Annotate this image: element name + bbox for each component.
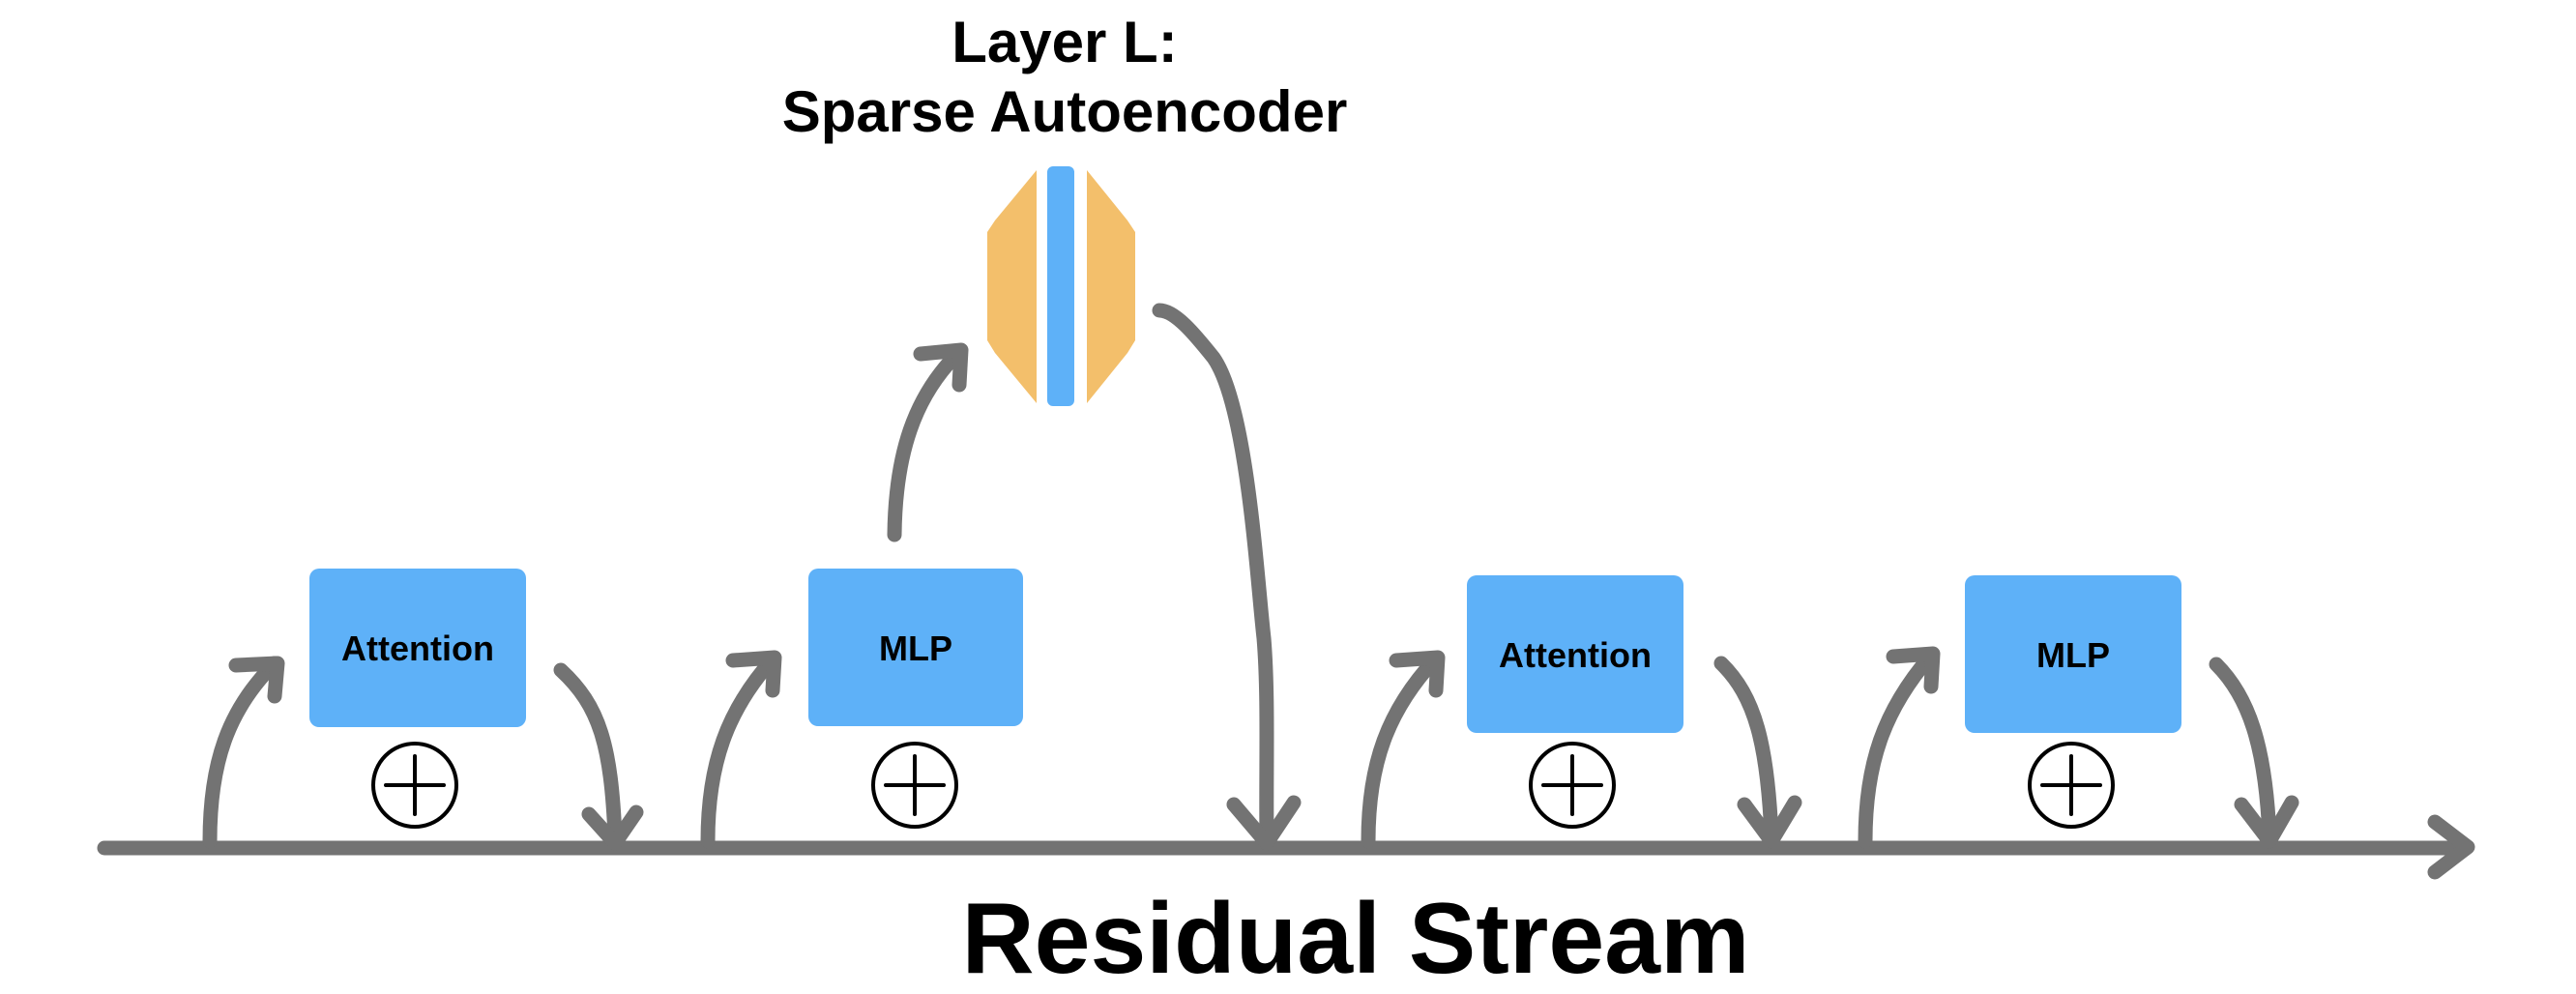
- arrow-into-mlp-1: [700, 653, 779, 849]
- circled-plus-icon: [1529, 742, 1616, 829]
- residual-stream-label: Residual Stream: [962, 883, 1750, 994]
- sae-decoder-shape: [1087, 170, 1135, 403]
- arrow-sae-to-stream: [1152, 303, 1274, 847]
- attention-label: Attention: [1499, 635, 1652, 675]
- mlp-label: MLP: [879, 629, 952, 668]
- sae-title-line1: Layer L:: [951, 10, 1177, 74]
- circled-plus-icon: [871, 742, 958, 829]
- sae-encoder-shape: [987, 170, 1037, 403]
- mlp-block-2: MLP: [1965, 575, 2181, 829]
- mlp-label: MLP: [2036, 635, 2110, 675]
- sparse-autoencoder: [987, 166, 1135, 406]
- attention-label: Attention: [341, 629, 494, 668]
- mlp-block-1: MLP: [808, 569, 1023, 829]
- residual-stream-diagram: Layer L: Sparse Autoencoder Attention ML…: [97, 10, 2475, 994]
- sae-title-line2: Sparse Autoencoder: [782, 79, 1348, 144]
- arrow-into-attention-2: [1361, 652, 1443, 849]
- circled-plus-icon: [2028, 742, 2115, 829]
- residual-stream-line: [97, 814, 2475, 880]
- circled-plus-icon: [371, 742, 458, 829]
- attention-block-1: Attention: [309, 569, 526, 829]
- arrow-into-mlp-2: [1858, 649, 1938, 849]
- arrow-into-attention-1: [202, 656, 282, 849]
- attention-block-2: Attention: [1467, 575, 1683, 829]
- arrow-mlp-to-sae: [887, 344, 967, 542]
- sae-latent-bar: [1047, 166, 1074, 406]
